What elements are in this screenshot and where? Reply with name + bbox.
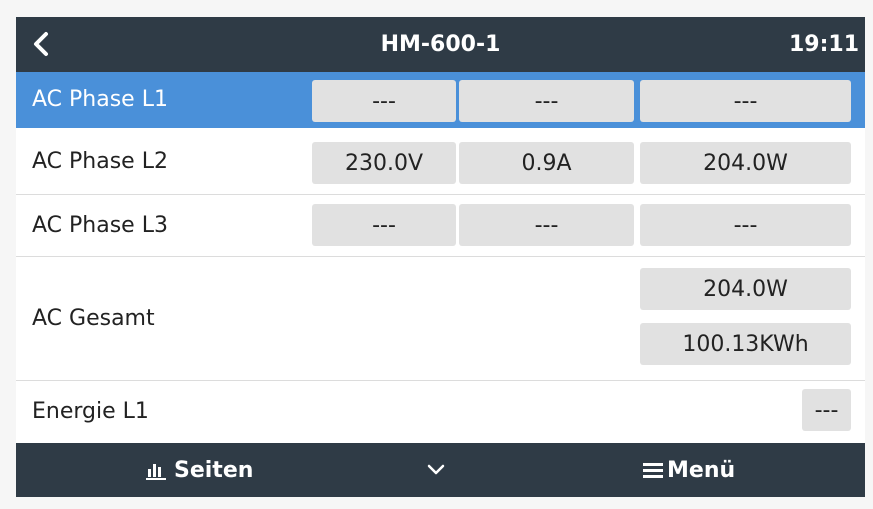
row-label: Energie L1 (32, 399, 149, 424)
row-label: AC Gesamt (32, 306, 155, 331)
power-value: 204.0W (640, 142, 851, 184)
power-value: --- (640, 80, 851, 122)
row-label: AC Phase L3 (32, 213, 168, 238)
clock: 19:11 (788, 32, 859, 57)
current-value: 0.9A (459, 142, 634, 184)
expand-button[interactable] (426, 443, 446, 497)
screen: HM-600-1 19:11 AC Phase L1 --- --- --- A… (16, 17, 865, 497)
voltage-value: 230.0V (312, 142, 456, 184)
bar-chart-icon (146, 464, 166, 480)
hamburger-icon (643, 463, 663, 478)
row-energy-l1[interactable]: Energie L1 --- (16, 381, 865, 443)
row-label: AC Phase L2 (32, 149, 168, 174)
pages-label: Seiten (174, 457, 254, 483)
footer-bar: Seiten Menü (16, 443, 865, 497)
row-label: AC Phase L1 (32, 87, 168, 112)
row-ac-phase-l1[interactable]: AC Phase L1 --- --- --- (16, 72, 865, 128)
row-ac-phase-l3[interactable]: AC Phase L3 --- --- --- (16, 195, 865, 257)
menu-button[interactable]: Menü (643, 443, 735, 497)
current-value: --- (459, 80, 634, 122)
row-ac-total[interactable]: AC Gesamt 204.0W 100.13KWh (16, 257, 865, 381)
menu-label: Menü (667, 457, 736, 483)
pages-button[interactable]: Seiten (146, 443, 253, 497)
current-value: --- (459, 204, 634, 246)
row-ac-phase-l2[interactable]: AC Phase L2 230.0V 0.9A 204.0W (16, 128, 865, 195)
energy-l1-value: --- (802, 389, 851, 431)
voltage-value: --- (312, 204, 456, 246)
page-title: HM-600-1 (380, 32, 501, 57)
total-power-value: 204.0W (640, 268, 851, 310)
chevron-down-icon (427, 464, 445, 475)
total-energy-value: 100.13KWh (640, 323, 851, 365)
power-value: --- (640, 204, 851, 246)
voltage-value: --- (312, 80, 456, 122)
header-bar: HM-600-1 19:11 (16, 17, 865, 72)
